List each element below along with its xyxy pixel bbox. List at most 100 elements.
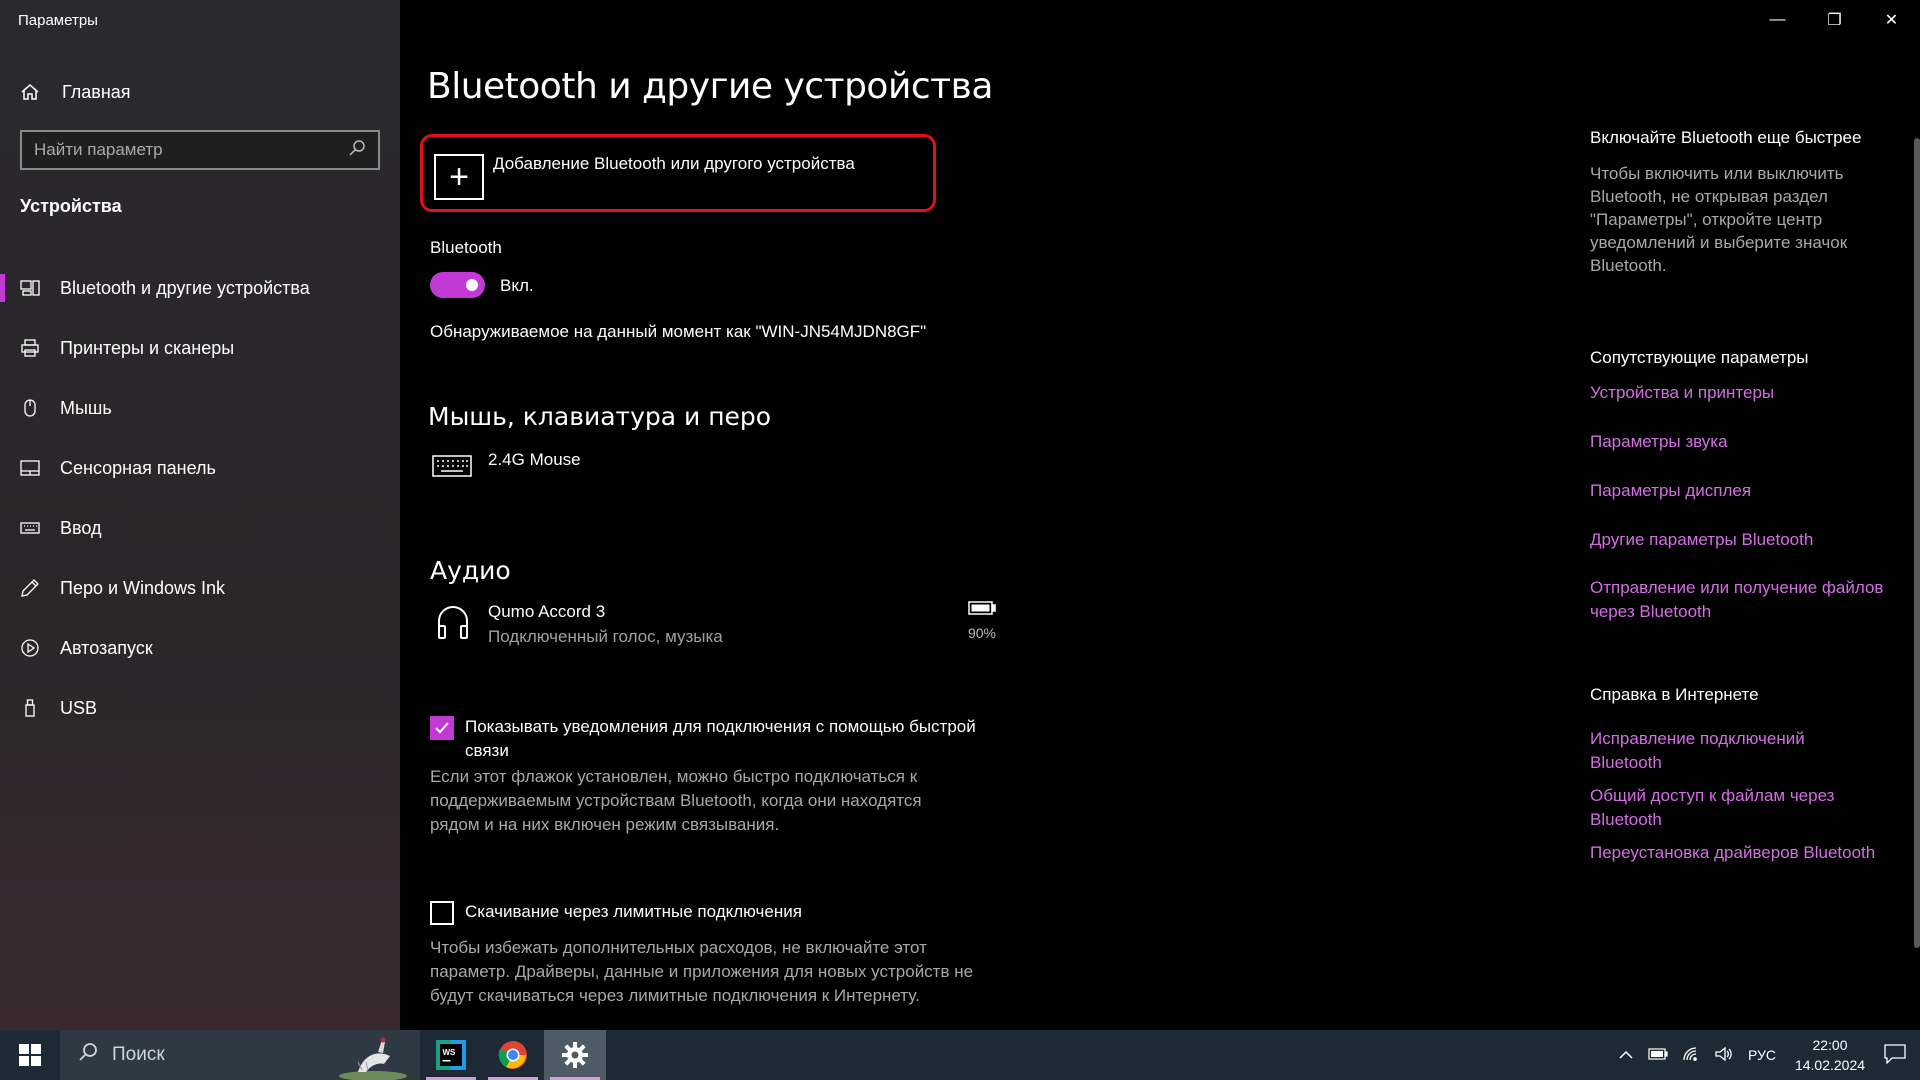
related-settings-title: Сопутствующие параметры	[1590, 348, 1809, 367]
desc-line: рядом и на них включен режим связывания.	[430, 815, 780, 834]
nav-home-label: Главная	[62, 81, 131, 102]
webstorm-icon: WS	[436, 1040, 466, 1070]
metered-download-label[interactable]: Скачивание через лимитные подключения	[465, 900, 802, 924]
start-button[interactable]	[0, 1030, 60, 1080]
scrollbar[interactable]	[1914, 138, 1920, 948]
bluetooth-devices-icon	[20, 278, 40, 298]
pen-icon	[20, 578, 40, 598]
nav-list: Bluetooth и другие устройства Принтеры и…	[0, 258, 400, 738]
tip-text: Чтобы включить или выключить Bluetooth, …	[1590, 162, 1890, 277]
add-device-label: Добавление Bluetooth или другого устройс…	[493, 154, 855, 173]
home-icon	[20, 82, 40, 102]
sidebar-item-pen[interactable]: Перо и Windows Ink	[0, 558, 400, 618]
volume-icon[interactable]	[1714, 1046, 1734, 1065]
chevron-up-icon[interactable]	[1618, 1047, 1634, 1063]
link-fix-bluetooth[interactable]: Исправление подключений Bluetooth	[1590, 727, 1900, 775]
window-title: Параметры	[18, 12, 98, 29]
close-button[interactable]: ✕	[1863, 0, 1920, 40]
link-line: Bluetooth	[1590, 810, 1662, 829]
checkmark-icon	[435, 722, 449, 734]
link-line: Исправление подключений	[1590, 729, 1805, 748]
battery-icon[interactable]	[1648, 1047, 1668, 1063]
sidebar-item-label: Сенсорная панель	[60, 457, 216, 478]
tip-line: Bluetooth.	[1590, 256, 1667, 275]
nav-home[interactable]: Главная	[20, 76, 131, 108]
minimize-button[interactable]: —	[1749, 0, 1806, 40]
taskbar-search-label: Поиск	[112, 1044, 165, 1065]
sidebar-item-bluetooth[interactable]: Bluetooth и другие устройства	[0, 258, 400, 318]
settings-search[interactable]	[20, 130, 380, 170]
tip-line: Чтобы включить или выключить	[1590, 164, 1844, 183]
metered-download-description: Чтобы избежать дополнительных расходов, …	[430, 936, 973, 1008]
language-indicator[interactable]: РУС	[1748, 1047, 1776, 1063]
taskbar-search[interactable]: Поиск	[60, 1030, 420, 1080]
swift-pair-checkbox[interactable]	[430, 716, 454, 740]
link-reinstall-drivers[interactable]: Переустановка драйверов Bluetooth	[1590, 841, 1900, 865]
swift-pair-label[interactable]: Показывать уведомления для подключения с…	[465, 715, 976, 763]
keyboard-icon	[20, 518, 40, 538]
clock[interactable]: 22:00 14.02.2024	[1790, 1035, 1870, 1075]
headphones-icon	[436, 604, 470, 645]
add-device-button[interactable]: + Добавление Bluetooth или другого устро…	[420, 134, 936, 212]
link-send-receive-files[interactable]: Отправление или получение файлов через B…	[1590, 576, 1900, 624]
battery-indicator: 90%	[950, 600, 1014, 641]
sidebar-item-label: Bluetooth и другие устройства	[60, 277, 310, 298]
tip-line: "Параметры", откройте центр	[1590, 210, 1823, 229]
link-display-settings[interactable]: Параметры дисплея	[1590, 479, 1900, 503]
window-controls: — ❐ ✕	[1749, 0, 1920, 40]
sidebar-item-label: Автозапуск	[60, 637, 153, 658]
bluetooth-toggle[interactable]	[430, 272, 485, 298]
sidebar-item-touchpad[interactable]: Сенсорная панель	[0, 438, 400, 498]
link-line: через Bluetooth	[1590, 602, 1712, 621]
touchpad-icon	[20, 458, 40, 478]
taskbar: Поиск WS РУС 22:00 14.02.2024	[0, 1030, 1920, 1080]
link-line: Bluetooth	[1590, 753, 1662, 772]
search-highlight-image	[339, 1037, 407, 1080]
sidebar-item-mouse[interactable]: Мышь	[0, 378, 400, 438]
link-sound-settings[interactable]: Параметры звука	[1590, 430, 1900, 454]
battery-icon	[968, 601, 996, 620]
search-icon[interactable]	[348, 139, 366, 162]
taskbar-app-chrome[interactable]	[482, 1030, 544, 1080]
link-devices-printers[interactable]: Устройства и принтеры	[1590, 381, 1900, 405]
settings-gear-icon	[562, 1042, 588, 1068]
link-share-files[interactable]: Общий доступ к файлам через Bluetooth	[1590, 784, 1900, 832]
sidebar-item-label: Мышь	[60, 397, 112, 418]
chrome-icon	[498, 1041, 527, 1069]
tip-title: Включайте Bluetooth еще быстрее	[1590, 128, 1862, 147]
sidebar-item-label: USB	[60, 697, 98, 718]
search-icon	[78, 1042, 98, 1068]
clock-time: 22:00	[1812, 1037, 1848, 1053]
sidebar-item-autoplay[interactable]: Автозапуск	[0, 618, 400, 678]
page-title: Bluetooth и другие устройства	[427, 66, 993, 107]
maximize-button[interactable]: ❐	[1806, 0, 1863, 40]
windows-logo-icon	[19, 1044, 41, 1066]
plus-icon: +	[434, 154, 484, 200]
link-line: Общий доступ к файлам через	[1590, 786, 1835, 805]
sidebar: Параметры Главная Устройства Bluetooth и…	[0, 0, 400, 1030]
sidebar-item-printers[interactable]: Принтеры и сканеры	[0, 318, 400, 378]
usb-icon	[20, 698, 40, 718]
sidebar-item-label: Ввод	[60, 517, 102, 538]
desc-line: Если этот флажок установлен, можно быстр…	[430, 767, 918, 786]
link-more-bluetooth[interactable]: Другие параметры Bluetooth	[1590, 528, 1900, 552]
tip-line: Bluetooth, не открывая раздел	[1590, 187, 1828, 206]
sidebar-item-typing[interactable]: Ввод	[0, 498, 400, 558]
sidebar-item-usb[interactable]: USB	[0, 678, 400, 738]
mouse-icon	[20, 398, 40, 418]
main-content: — ❐ ✕ Bluetooth и другие устройства + До…	[400, 0, 1920, 1030]
keyboard-icon	[432, 452, 472, 485]
autoplay-icon	[20, 638, 40, 658]
taskbar-app-settings[interactable]	[544, 1030, 606, 1080]
notification-center-icon[interactable]	[1884, 1043, 1906, 1067]
device-status: Подключенный голос, музыка	[488, 627, 723, 646]
printer-icon	[20, 338, 40, 358]
desc-line: Чтобы избежать дополнительных расходов, …	[430, 938, 927, 957]
section-label: Устройства	[20, 196, 122, 216]
taskbar-app-webstorm[interactable]: WS	[420, 1030, 482, 1080]
tip-line: уведомлений и выберите значок	[1590, 233, 1848, 252]
wifi-icon[interactable]	[1682, 1046, 1700, 1065]
metered-download-checkbox[interactable]	[430, 901, 454, 925]
settings-search-input[interactable]	[34, 140, 334, 160]
help-title: Справка в Интернете	[1590, 685, 1759, 704]
